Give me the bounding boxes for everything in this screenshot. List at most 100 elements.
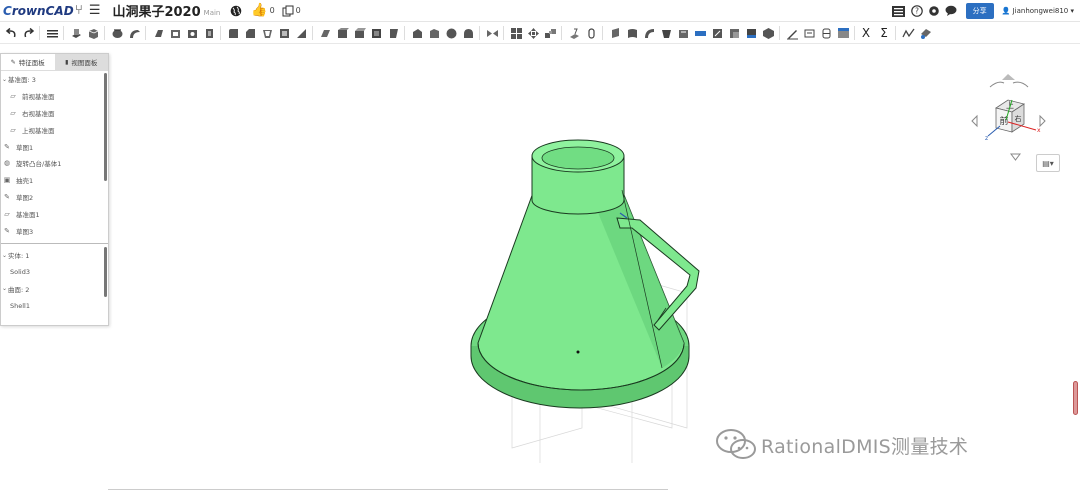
surface-extrude-icon[interactable] <box>566 25 582 41</box>
branch-label: Main <box>203 9 221 17</box>
plane-icon: ⏥ <box>10 125 16 134</box>
combine-icon[interactable] <box>368 25 384 41</box>
replace-face-icon[interactable] <box>760 25 776 41</box>
navigation-cube[interactable]: 上 前 右 x z <box>968 74 1048 166</box>
rib-icon[interactable] <box>293 25 309 41</box>
mirror-icon[interactable] <box>351 25 367 41</box>
loft-boss-icon[interactable] <box>150 25 166 41</box>
move-body-icon[interactable] <box>409 25 425 41</box>
collapse-chevron-icon[interactable]: ⌄ <box>1 76 8 83</box>
delete-face-icon[interactable] <box>743 25 759 41</box>
toolbar-separator <box>503 26 504 40</box>
body-item-shell1[interactable]: Shell1 <box>1 297 108 314</box>
collapse-chevron-icon[interactable]: ⌄ <box>1 252 8 259</box>
delete-x-icon[interactable]: X <box>858 26 874 40</box>
globe-icon[interactable] <box>230 1 242 21</box>
sweep-boss-icon[interactable] <box>126 25 142 41</box>
revolve-cut-icon[interactable] <box>184 25 200 41</box>
chamfer-icon[interactable] <box>242 25 258 41</box>
sketch-extrude-icon[interactable] <box>68 25 84 41</box>
tree-item-front-plane[interactable]: ⏥ 前视基准面 <box>1 88 108 105</box>
linear-pattern-icon[interactable] <box>317 25 333 41</box>
chat-icon[interactable] <box>945 2 957 21</box>
extrude-cut-icon[interactable] <box>167 25 183 41</box>
share-button[interactable]: 分享 <box>965 3 994 19</box>
move-arrows-icon[interactable] <box>525 25 541 41</box>
rotate-down-arrow-icon[interactable] <box>1010 153 1021 161</box>
reference-plane-icon[interactable] <box>801 25 817 41</box>
revolve-boss-icon[interactable] <box>109 25 125 41</box>
bodies-group-solid[interactable]: ⌄ 实体: 1 <box>1 247 108 264</box>
circular-pattern-icon[interactable] <box>334 25 350 41</box>
tree-item-sketch3[interactable]: ✎ 草图3 <box>1 222 108 239</box>
navcube-right-face[interactable]: 右 <box>1015 114 1022 123</box>
tree-item-shell1[interactable]: ▣ 抽壳1 <box>1 172 108 189</box>
thicken-icon[interactable] <box>443 25 459 41</box>
tree-item-top-plane[interactable]: ⏥ 上视基准面 <box>1 121 108 138</box>
shell-icon[interactable] <box>259 25 275 41</box>
tree-item-plane1[interactable]: ⏥ 基准面1 <box>1 205 108 222</box>
redo-icon[interactable] <box>20 25 36 41</box>
scale-icon[interactable] <box>426 25 442 41</box>
help-icon[interactable]: ? <box>910 2 923 21</box>
reference-point-icon[interactable] <box>835 25 851 41</box>
knit-surface-icon[interactable] <box>692 25 708 41</box>
bodies-scrollbar[interactable] <box>104 247 107 297</box>
view-mode-dropdown[interactable]: ▤▾ <box>1036 154 1060 172</box>
undo-icon[interactable] <box>3 25 19 41</box>
branch-icon[interactable]: ⑂ <box>75 1 83 21</box>
user-menu[interactable]: 👤 Jianhongwei810 ▾ <box>1002 7 1074 15</box>
surface-sweep-icon[interactable] <box>624 25 640 41</box>
sweep-cut-icon[interactable] <box>201 25 217 41</box>
tree-item-right-plane[interactable]: ⏥ 右视基准面 <box>1 105 108 122</box>
extend-surface-icon[interactable] <box>726 25 742 41</box>
planar-surface-icon[interactable] <box>675 25 691 41</box>
sketch-icon[interactable] <box>784 25 800 41</box>
tab-feature-panel[interactable]: ✎ 特征面板 <box>1 54 55 70</box>
fill-surface-icon[interactable] <box>658 25 674 41</box>
watermark: RationalDMIS测量技术 <box>713 426 968 464</box>
tree-item-sketch1[interactable]: ✎ 草图1 <box>1 138 108 155</box>
rotate-left-arrow-icon[interactable] <box>971 114 978 128</box>
like-icon[interactable]: 👍 <box>251 1 267 21</box>
toolbar-separator <box>854 26 855 40</box>
feature-list-icon[interactable] <box>44 25 60 41</box>
cylinder-surface-icon[interactable] <box>583 25 599 41</box>
trim-surface-icon[interactable] <box>709 25 725 41</box>
collapse-chevron-icon[interactable]: ⌄ <box>1 285 8 292</box>
grid-view-icon[interactable] <box>508 25 524 41</box>
surface-loft-icon[interactable] <box>641 25 657 41</box>
tree-item-sketch2[interactable]: ✎ 草图2 <box>1 189 108 206</box>
tree-item-revolve1[interactable]: ◍ 旋转凸台/基体1 <box>1 155 108 172</box>
bodies-group-surface[interactable]: ⌄ 曲面: 2 <box>1 281 108 298</box>
offset-surface-icon[interactable] <box>460 25 476 41</box>
3d-model-funnel[interactable] <box>462 128 712 468</box>
fillet-icon[interactable] <box>225 25 241 41</box>
surface-revolve-icon[interactable] <box>607 25 623 41</box>
draft-icon[interactable] <box>276 25 292 41</box>
toolbar-toggle-icon[interactable] <box>891 2 905 21</box>
reference-axis-icon[interactable] <box>818 25 834 41</box>
assembly-icon[interactable] <box>542 25 558 41</box>
viewport-scrollbar[interactable] <box>1073 381 1078 415</box>
copy-icon[interactable] <box>282 1 294 21</box>
rotate-up-arrow-icon[interactable] <box>1002 74 1015 80</box>
tree-scrollbar[interactable] <box>104 73 107 181</box>
tab-view-panel[interactable]: ▮ 视图面板 <box>54 54 108 70</box>
body-item-solid3[interactable]: Solid3 <box>1 264 108 281</box>
rotate-cw-arrow-icon[interactable] <box>1012 81 1029 88</box>
sigma-icon[interactable]: Σ <box>876 26 892 40</box>
extrude-boss-icon[interactable] <box>85 25 101 41</box>
panel-divider[interactable] <box>1 243 108 244</box>
hamburger-menu-icon[interactable]: ☰ <box>89 1 101 21</box>
section-view-icon[interactable] <box>917 25 933 41</box>
tree-group-reference-planes[interactable]: ⌄ 基准面: 3 <box>1 71 108 88</box>
rotate-ccw-arrow-icon[interactable] <box>989 81 1005 88</box>
settings-gear-icon[interactable] <box>928 2 940 21</box>
split-icon[interactable] <box>385 25 401 41</box>
measure-icon[interactable] <box>900 25 916 41</box>
tree-label: 抽壳1 <box>16 177 34 186</box>
crowncad-logo[interactable]: CrownCAD <box>3 4 74 18</box>
rotate-right-arrow-icon[interactable] <box>1039 114 1046 128</box>
mate-icon[interactable] <box>484 25 500 41</box>
